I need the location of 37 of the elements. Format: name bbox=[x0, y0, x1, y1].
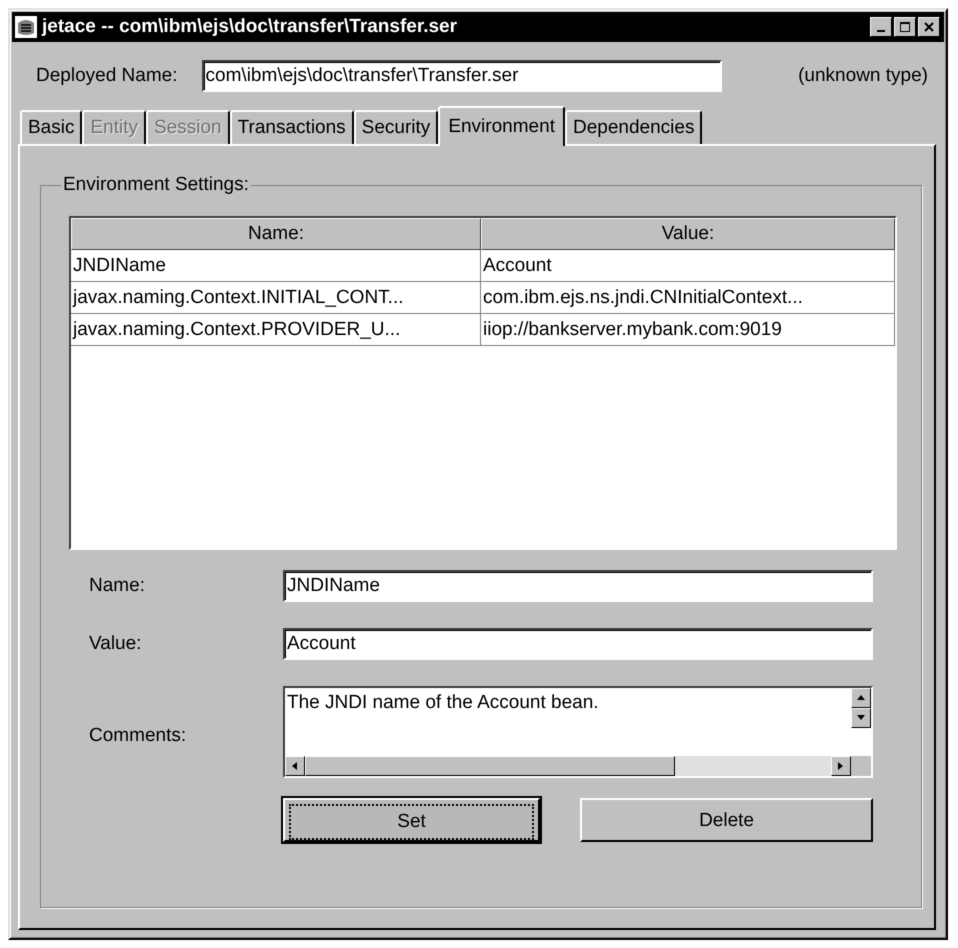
tab[interactable]: Security bbox=[354, 110, 438, 144]
table-cell: javax.naming.Context.INITIAL_CONT... bbox=[71, 282, 481, 314]
name-field[interactable]: JNDIName bbox=[283, 570, 873, 602]
minimize-button[interactable] bbox=[870, 17, 892, 37]
horizontal-scrollbar[interactable] bbox=[285, 756, 851, 776]
tab[interactable]: Dependencies bbox=[564, 110, 702, 144]
scroll-up-icon bbox=[856, 693, 866, 703]
scrollbar-corner bbox=[851, 756, 871, 776]
maximize-icon bbox=[899, 21, 911, 33]
window-title: jetace -- com\ibm\ejs\doc\transfer\Transfer.ser bbox=[42, 16, 458, 38]
minimize-icon bbox=[877, 30, 885, 32]
tab[interactable]: Environment bbox=[438, 106, 565, 146]
close-button[interactable] bbox=[918, 17, 940, 37]
close-icon bbox=[923, 21, 935, 33]
table-cell: javax.naming.Context.PROVIDER_U... bbox=[71, 314, 481, 346]
group-title: Environment Settings: bbox=[62, 174, 250, 196]
deployed-name-label: Deployed Name: bbox=[36, 65, 178, 87]
table-cell: Account bbox=[481, 250, 895, 282]
column-header[interactable]: Value: bbox=[481, 218, 895, 250]
value-field[interactable]: Account bbox=[283, 628, 873, 660]
set-button[interactable]: Set bbox=[283, 798, 540, 842]
value-label: Value: bbox=[89, 633, 142, 655]
comments-text: The JNDI name of the Account bean. bbox=[286, 691, 600, 715]
comments-label: Comments: bbox=[89, 724, 188, 747]
tab[interactable]: Basic bbox=[20, 110, 82, 144]
table-cell: JNDIName bbox=[71, 250, 481, 282]
table-cell: iiop://bankserver.mybank.com:9019 bbox=[481, 314, 895, 346]
name-label: Name: bbox=[89, 575, 146, 597]
tab[interactable]: Transactions bbox=[230, 110, 354, 144]
scroll-left-icon bbox=[290, 761, 300, 771]
table-cell: com.ibm.ejs.ns.jndi.CNInitialContext... bbox=[481, 282, 895, 314]
comments-field[interactable]: The JNDI name of the Account bean. bbox=[283, 686, 873, 778]
maximize-button[interactable] bbox=[894, 17, 916, 37]
column-header[interactable]: Name: bbox=[71, 218, 481, 250]
delete-button[interactable]: Delete bbox=[580, 798, 873, 842]
type-note: (unknown type) bbox=[798, 65, 928, 87]
deployed-name-field[interactable]: com\ibm\ejs\doc\transfer\Transfer.ser bbox=[202, 60, 722, 92]
